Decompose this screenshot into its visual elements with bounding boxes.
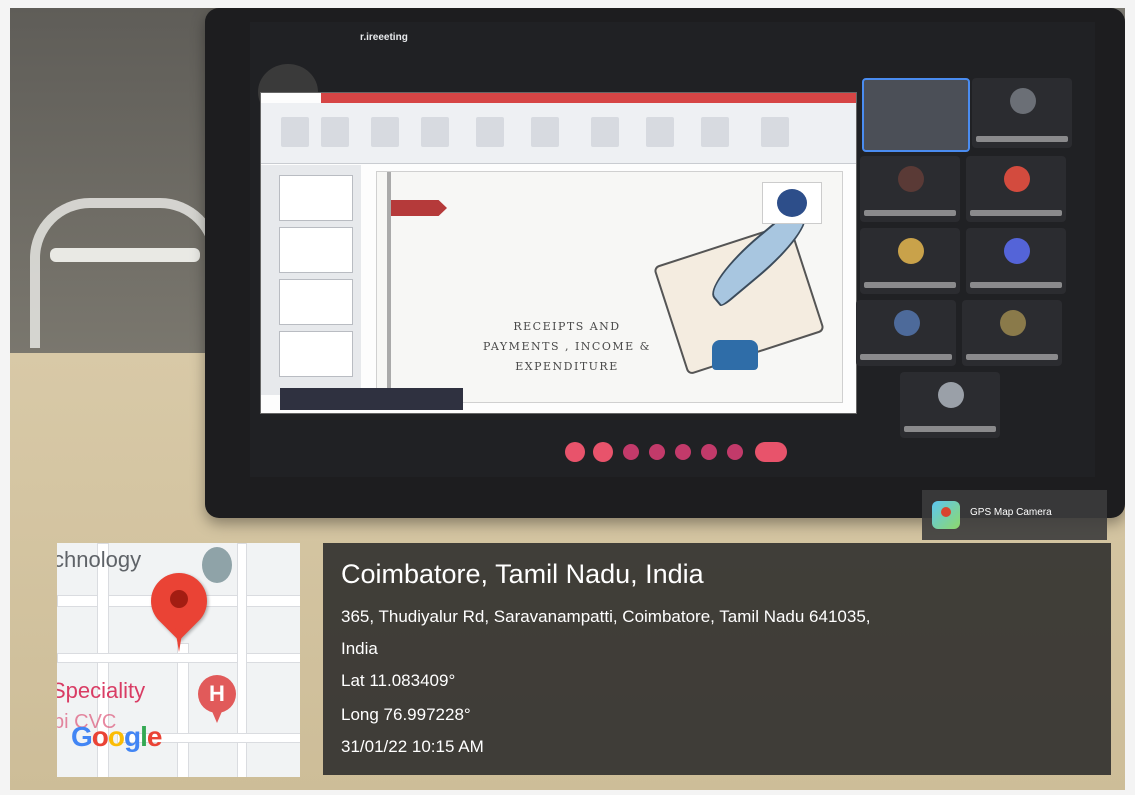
location-map-thumbnail: chnology Speciality pi CVC H Google <box>57 543 300 777</box>
location-city: Coimbatore, Tamil Nadu, India <box>341 559 704 589</box>
participant-tile[interactable] <box>966 156 1066 222</box>
slide-thumbnail[interactable] <box>279 331 353 377</box>
chair <box>30 198 220 348</box>
inkpot-illustration <box>712 340 758 370</box>
participant-tile[interactable] <box>972 78 1072 148</box>
laptop-screen: r.ireeeting RECEIPTS AND PAYMENTS , INCO… <box>250 22 1095 477</box>
raise-hand-button[interactable] <box>649 444 665 460</box>
participant-tile[interactable] <box>860 156 960 222</box>
slide-thumbnail[interactable] <box>279 227 353 273</box>
powerpoint-window: RECEIPTS AND PAYMENTS , INCOME & EXPENDI… <box>260 92 857 414</box>
slide-thumbnail[interactable] <box>279 279 353 325</box>
slide-arrow-tag <box>391 200 447 216</box>
participant-tile[interactable] <box>900 372 1000 438</box>
google-logo-letter: o <box>91 721 109 752</box>
participant-tile[interactable] <box>966 228 1066 294</box>
longitude: Long 76.997228° <box>341 705 471 724</box>
slide-thumbnail[interactable] <box>279 175 353 221</box>
map-label-speciality: Speciality <box>57 678 146 703</box>
participant-tile[interactable] <box>862 78 970 152</box>
reactions-button[interactable] <box>701 444 717 460</box>
ppt-title-bar <box>321 93 856 103</box>
google-logo: Google <box>71 721 163 753</box>
address-line-1: 365, Thudiyalur Rd, Saravanampatti, Coim… <box>341 607 871 626</box>
college-logo <box>762 182 822 224</box>
leave-call-button[interactable] <box>755 442 787 462</box>
ppt-ribbon <box>261 103 856 164</box>
current-slide: RECEIPTS AND PAYMENTS , INCOME & EXPENDI… <box>376 171 843 403</box>
gps-camera-badge: GPS Map Camera <box>922 490 1107 540</box>
camera-button[interactable] <box>593 442 613 462</box>
place-marker-icon <box>202 547 232 583</box>
latitude: Lat 11.083409° <box>341 671 456 690</box>
date-time: 31/01/22 10:15 AM <box>341 737 484 756</box>
chair-seat <box>50 248 200 262</box>
slide-title: RECEIPTS AND PAYMENTS , INCOME & EXPENDI… <box>483 320 651 373</box>
google-logo-letter: e <box>146 721 163 752</box>
mic-button[interactable] <box>565 442 585 462</box>
participant-tile[interactable] <box>856 300 956 366</box>
slide-thumbnails <box>261 165 361 395</box>
captions-button[interactable] <box>623 444 639 460</box>
gps-map-camera-icon <box>932 501 960 529</box>
google-logo-letter: o <box>107 721 125 752</box>
caption-bar <box>280 388 463 410</box>
google-logo-letter: l <box>140 721 148 752</box>
participant-tile[interactable] <box>962 300 1062 366</box>
map-label-technology: chnology <box>57 547 142 572</box>
hospital-icon: H <box>198 675 236 713</box>
google-logo-letter: G <box>71 721 93 752</box>
present-button[interactable] <box>675 444 691 460</box>
google-logo-letter: g <box>124 721 141 752</box>
address-line-2: India <box>341 639 378 658</box>
more-options-button[interactable] <box>727 444 743 460</box>
meeting-title: r.ireeeting <box>360 32 408 43</box>
participant-tile[interactable] <box>860 228 960 294</box>
gps-camera-label: GPS Map Camera <box>970 507 1052 518</box>
location-info-panel: Coimbatore, Tamil Nadu, India 365, Thudi… <box>323 543 1111 775</box>
